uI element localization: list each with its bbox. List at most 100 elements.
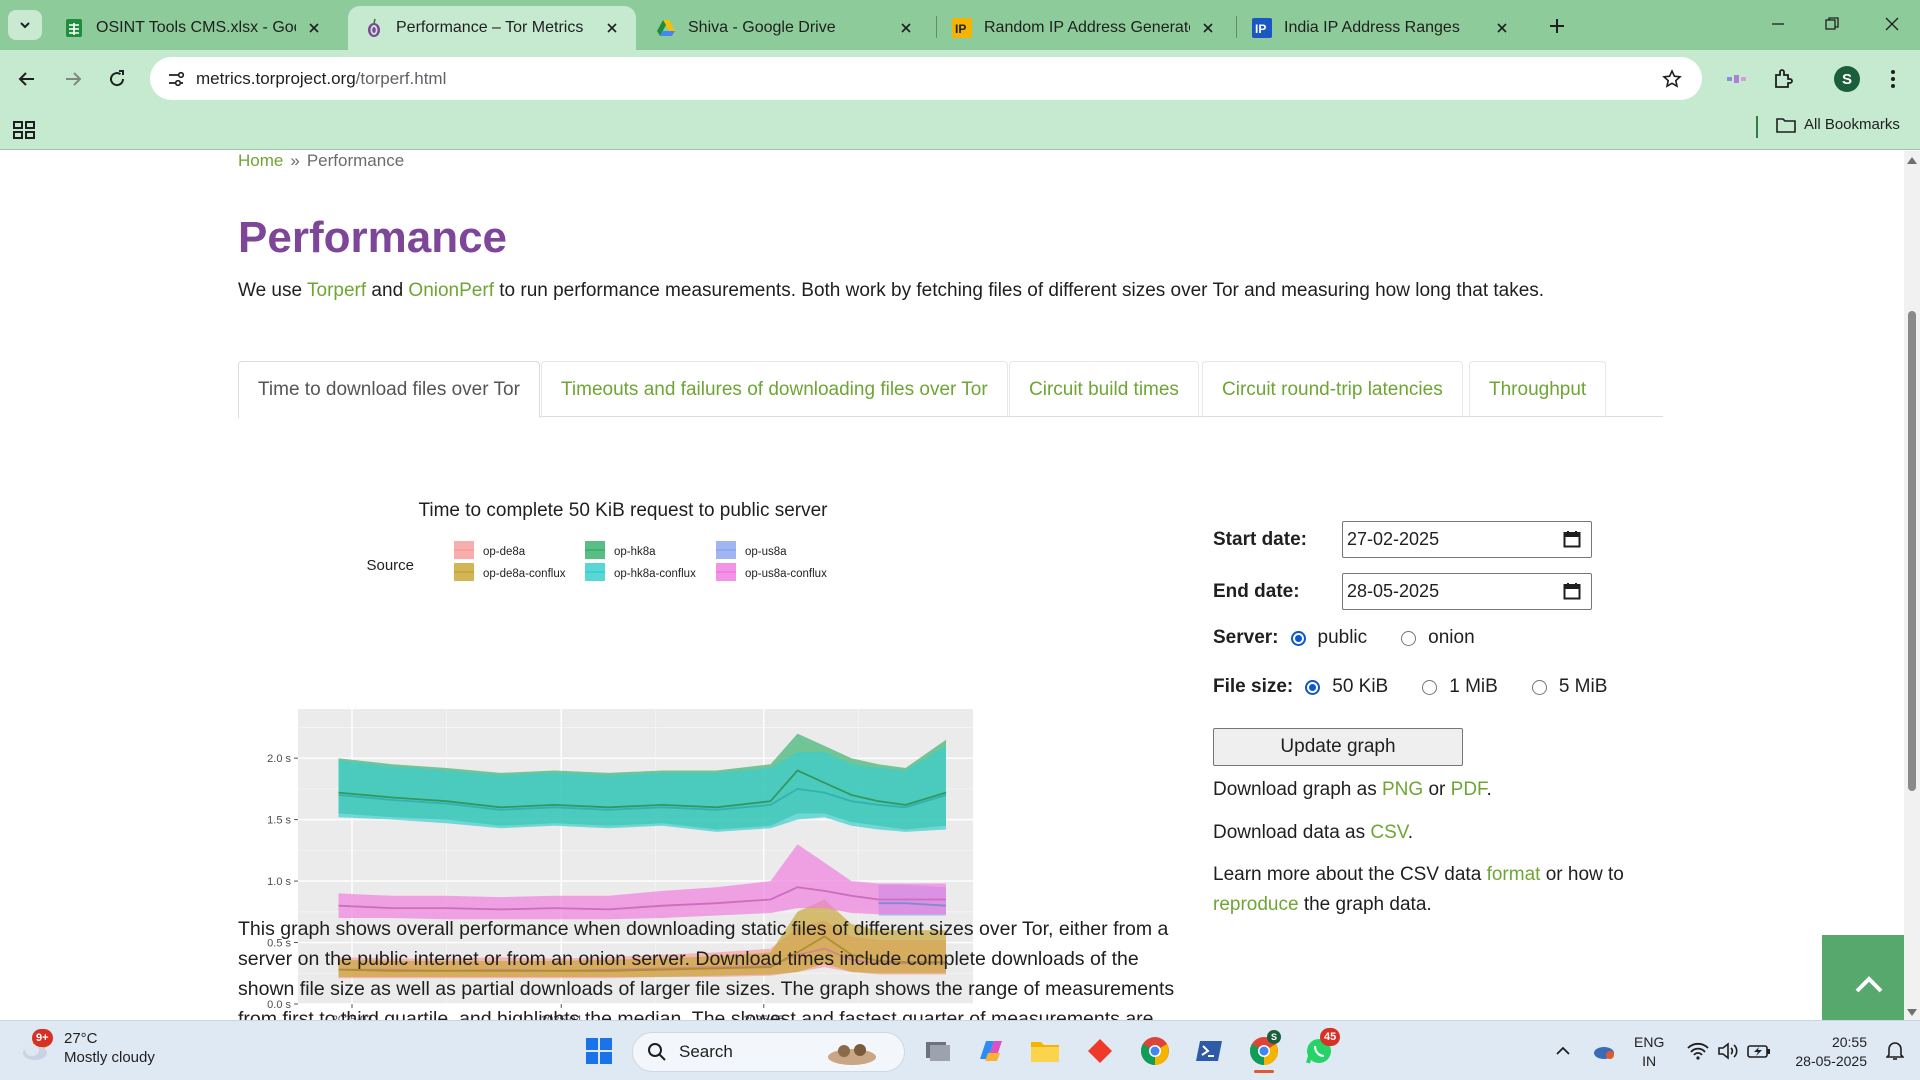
- bookmark-star-icon[interactable]: [1660, 67, 1684, 91]
- system-clock[interactable]: 20:55 28-05-2025: [1785, 1033, 1867, 1071]
- y-tick-label: 2.0 s: [267, 753, 291, 765]
- restore-button[interactable]: [1810, 8, 1854, 40]
- anydesk-button[interactable]: [1081, 1032, 1119, 1070]
- torperf-link[interactable]: Torperf: [307, 280, 366, 301]
- radio-dot-checked[interactable]: [1305, 679, 1321, 695]
- forward-button[interactable]: [56, 62, 90, 96]
- y-tick-label: 1.5 s: [267, 815, 291, 827]
- tab-throughput[interactable]: Throughput: [1469, 361, 1607, 417]
- tab-google-drive[interactable]: Shiva - Google Drive: [640, 6, 930, 50]
- start-button[interactable]: [580, 1032, 618, 1070]
- wifi-icon[interactable]: [1684, 1021, 1712, 1080]
- apps-grid-icon[interactable]: [12, 118, 36, 142]
- all-bookmarks-button[interactable]: All Bookmarks: [1776, 116, 1900, 133]
- minimize-button[interactable]: [1756, 8, 1800, 40]
- back-button[interactable]: [10, 62, 44, 96]
- tab-timeouts-failures[interactable]: Timeouts and failures of downloading fil…: [541, 361, 1008, 417]
- pdf-link[interactable]: PDF: [1451, 779, 1487, 800]
- scroll-down-arrow-icon[interactable]: [1907, 1009, 1917, 1016]
- y-tick-label: 1.0 s: [267, 876, 291, 888]
- more-menu-icon[interactable]: [1878, 64, 1908, 94]
- weather-widget[interactable]: 9+ 27°C Mostly cloudy: [20, 1029, 155, 1067]
- radio-dot[interactable]: [1401, 630, 1417, 646]
- tab-title: Shiva - Google Drive: [688, 19, 836, 36]
- tab-search-button[interactable]: [8, 10, 42, 40]
- tab-tor-metrics[interactable]: Performance – Tor Metrics: [348, 6, 636, 50]
- back-to-top-button[interactable]: [1822, 935, 1904, 1020]
- learn-more-text: Learn more about the CSV data format or …: [1213, 860, 1633, 920]
- task-view-button[interactable]: [918, 1032, 956, 1070]
- tab-strip: OSINT Tools CMS.xlsx - Google Performanc…: [0, 0, 1920, 50]
- tab-osint-tools[interactable]: OSINT Tools CMS.xlsx - Google: [48, 6, 338, 50]
- close-window-button[interactable]: [1870, 8, 1914, 40]
- update-graph-button[interactable]: Update graph: [1213, 728, 1463, 766]
- taskbar-search[interactable]: Search: [632, 1032, 905, 1072]
- address-bar[interactable]: metrics.torproject.org/torperf.html: [150, 57, 1702, 100]
- close-icon[interactable]: [304, 18, 324, 38]
- server-onion-radio[interactable]: onion: [1401, 627, 1475, 649]
- chevron-down-icon: [20, 22, 30, 29]
- png-link[interactable]: PNG: [1382, 779, 1423, 800]
- metric-tabs: Time to download files over Tor Timeouts…: [238, 361, 1663, 418]
- file-explorer-button[interactable]: [1026, 1032, 1064, 1070]
- battery-icon[interactable]: [1744, 1021, 1774, 1080]
- site-info-icon[interactable]: [164, 67, 188, 91]
- download-data-text: Download data as CSV.: [1213, 818, 1413, 848]
- server-public-label: public: [1317, 627, 1368, 648]
- language-indicator[interactable]: ENG IN: [1634, 1033, 1664, 1071]
- end-date-input[interactable]: 28-05-2025: [1342, 573, 1592, 610]
- onedrive-tray-icon[interactable]: [1588, 1021, 1620, 1080]
- profile-avatar[interactable]: S: [1834, 66, 1860, 92]
- language-region: IN: [1642, 1053, 1657, 1069]
- page-scrollbar[interactable]: [1904, 151, 1920, 1020]
- tab-download-time[interactable]: Time to download files over Tor: [238, 361, 540, 418]
- chrome-button[interactable]: [1136, 1032, 1174, 1070]
- extensions-puzzle-icon[interactable]: [1768, 64, 1798, 94]
- url-text[interactable]: metrics.torproject.org/torperf.html: [196, 69, 446, 89]
- server-public-radio[interactable]: public: [1290, 627, 1368, 649]
- size-5mib-radio[interactable]: 5 MiB: [1531, 676, 1608, 698]
- legend-label: op-hk8a-conflux: [614, 568, 696, 580]
- reproduce-link[interactable]: reproduce: [1213, 894, 1299, 915]
- radio-dot-checked[interactable]: [1290, 630, 1306, 646]
- scroll-up-arrow-icon[interactable]: [1907, 157, 1917, 164]
- whatsapp-button[interactable]: 45: [1300, 1028, 1341, 1070]
- radio-dot[interactable]: [1422, 679, 1438, 695]
- csv-link[interactable]: CSV: [1370, 822, 1407, 843]
- radio-dot[interactable]: [1531, 679, 1547, 695]
- chrome-profile-button[interactable]: S: [1245, 1030, 1283, 1073]
- copilot-button[interactable]: [972, 1032, 1010, 1070]
- size-1mib-radio[interactable]: 1 MiB: [1422, 676, 1498, 698]
- calendar-icon[interactable]: [1563, 582, 1581, 600]
- scroll-thumb[interactable]: [1908, 311, 1916, 791]
- extension-shortcut-icon[interactable]: [1722, 64, 1752, 94]
- format-link[interactable]: format: [1487, 864, 1541, 885]
- breadcrumb-home-link[interactable]: Home: [238, 151, 283, 170]
- size-1mib-label: 1 MiB: [1449, 676, 1498, 697]
- show-hidden-icons-button[interactable]: [1548, 1021, 1578, 1080]
- close-icon[interactable]: [896, 18, 916, 38]
- chrome-profile-badge: S: [1267, 1030, 1282, 1044]
- close-icon[interactable]: [602, 18, 622, 38]
- server-onion-label: onion: [1428, 627, 1475, 648]
- tab-title: India IP Address Ranges: [1284, 19, 1460, 36]
- tab-circuit-build-times[interactable]: Circuit build times: [1009, 361, 1199, 417]
- start-date-input[interactable]: 27-02-2025: [1342, 521, 1592, 558]
- size-50kib-radio[interactable]: 50 KiB: [1305, 676, 1388, 698]
- close-icon[interactable]: [1492, 18, 1512, 38]
- tab-india-ip[interactable]: IP India IP Address Ranges: [1236, 6, 1526, 50]
- tab-round-trip-latencies[interactable]: Circuit round-trip latencies: [1202, 361, 1463, 417]
- reload-button[interactable]: [100, 62, 134, 96]
- notifications-icon[interactable]: [1880, 1021, 1910, 1080]
- terminal-button[interactable]: [1190, 1032, 1228, 1070]
- onionperf-link[interactable]: OnionPerf: [408, 280, 494, 301]
- calendar-icon[interactable]: [1563, 530, 1581, 548]
- copilot-icon: [980, 1041, 1002, 1061]
- tab-random-ip[interactable]: IP Random IP Address Generator,: [936, 6, 1232, 50]
- size-5mib-label: 5 MiB: [1558, 676, 1608, 697]
- learn-pre: Learn more about the CSV data: [1213, 864, 1487, 885]
- new-tab-button[interactable]: [1543, 12, 1571, 40]
- volume-icon[interactable]: [1714, 1021, 1742, 1080]
- close-icon[interactable]: [1198, 18, 1218, 38]
- start-date-value: 27-02-2025: [1347, 529, 1440, 549]
